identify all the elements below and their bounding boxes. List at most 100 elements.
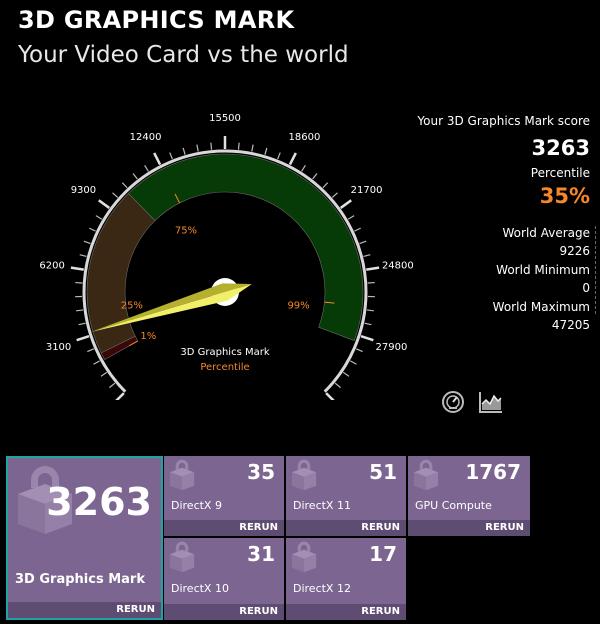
- gauge-tick-label: 3100: [46, 342, 71, 353]
- gauge-tick-minor: [93, 360, 100, 365]
- tile-gpu-compute-value: 1767: [465, 460, 521, 484]
- gauge-tick-minor: [89, 227, 96, 232]
- percentile-marker-label: 75%: [175, 225, 197, 236]
- gauge-tick-minor: [112, 192, 119, 198]
- world-minimum-label: World Minimum: [496, 263, 590, 277]
- percentile-marker-label: 99%: [287, 301, 309, 312]
- gauge-tick-minor: [182, 147, 186, 155]
- gauge-tick-minor: [79, 254, 87, 258]
- gauge-tick-major: [360, 335, 374, 342]
- gauge-tick-minor: [109, 382, 116, 389]
- tile-directx10[interactable]: 31 DirectX 10 RERUN: [164, 538, 284, 620]
- gauge-tick-minor: [210, 142, 213, 150]
- gauge-tick-major: [339, 199, 352, 209]
- tile-directx9[interactable]: 35 DirectX 9 RERUN: [164, 456, 284, 536]
- gauge-tick-minor: [237, 142, 240, 150]
- speedometer-icon[interactable]: [441, 390, 465, 418]
- gauge-tick-label: 21700: [351, 185, 383, 196]
- tile-directx11[interactable]: 51 DirectX 11 RERUN: [286, 456, 406, 536]
- score-label: Your 3D Graphics Mark score: [417, 114, 590, 128]
- gauge-tick-major: [153, 152, 162, 166]
- gauge-tick-minor: [87, 348, 94, 353]
- rerun-button[interactable]: RERUN: [233, 604, 284, 620]
- passmark-logo-icon: [169, 459, 195, 491]
- gauge-tick-minor: [342, 371, 350, 377]
- gauge-tick-major: [98, 199, 111, 209]
- tile-directx10-value: 31: [247, 542, 275, 566]
- gauge-tick-major: [325, 392, 335, 400]
- tile-3d-graphics-mark-value: 3263: [46, 480, 152, 524]
- gauge-tick-minor: [363, 254, 371, 258]
- gauge-tick-major: [70, 266, 84, 271]
- stats-divider: [595, 226, 596, 314]
- percentile-marker-label: 1%: [140, 331, 156, 342]
- gauge-tick-minor: [264, 147, 268, 155]
- gauge-tick-minor: [366, 309, 374, 312]
- gauge-tick-minor: [100, 371, 108, 377]
- gauge-tick-minor: [78, 322, 86, 326]
- percentile-value: 35%: [539, 184, 590, 208]
- gauge-tick-minor: [251, 144, 254, 152]
- tile-directx12-label: DirectX 12: [293, 582, 351, 595]
- gauge-tick-major: [288, 152, 297, 166]
- gauge-tick-major: [366, 266, 380, 271]
- gauge-tick-minor: [322, 182, 329, 189]
- gauge-tick-minor: [95, 215, 103, 220]
- world-average-value: 9226: [559, 244, 590, 258]
- gauge-tick-minor: [277, 152, 281, 160]
- gauge-tick-major: [76, 335, 90, 342]
- tile-directx11-value: 51: [369, 460, 397, 484]
- gauge-tick-minor: [347, 215, 355, 220]
- gauge-tick-minor: [301, 165, 306, 172]
- tile-directx12[interactable]: 17 DirectX 12 RERUN: [286, 538, 406, 620]
- gauge-tick-minor: [354, 227, 361, 232]
- passmark-logo-icon: [291, 541, 317, 573]
- gauge-tick-label: 18600: [289, 132, 321, 143]
- world-minimum-value: 0: [582, 281, 590, 295]
- gauge-tick-label: 15500: [209, 113, 241, 124]
- gauge-tick-label: 27900: [376, 342, 408, 353]
- gauge-tick-minor: [356, 348, 363, 353]
- gauge-tick-minor: [364, 322, 372, 326]
- passmark-logo-icon: [291, 459, 317, 491]
- gauge-tick-label: 24800: [382, 261, 414, 272]
- percentile-label: Percentile: [530, 166, 590, 180]
- world-maximum-value: 47205: [551, 318, 590, 332]
- tile-directx10-label: DirectX 10: [171, 582, 229, 595]
- percentile-marker-label: 25%: [121, 300, 143, 311]
- gauge-tick-minor: [350, 360, 357, 365]
- gauge-center-sublabel: Percentile: [200, 362, 249, 373]
- gauge-tick-minor: [132, 173, 138, 180]
- passmark-logo-icon: [413, 459, 439, 491]
- tile-gpu-compute-label: GPU Compute: [415, 499, 492, 512]
- gauge-tick-minor: [334, 382, 341, 389]
- world-maximum-label: World Maximum: [492, 300, 590, 314]
- score-gauge: 0310062009300124001550018600217002480027…: [39, 113, 414, 400]
- chart-icon[interactable]: [478, 390, 504, 418]
- gauge-tick-minor: [76, 309, 84, 312]
- rerun-button[interactable]: RERUN: [479, 520, 530, 536]
- gauge-band-mid: [86, 193, 156, 354]
- gauge-tick-major: [115, 392, 125, 400]
- gauge-tick-minor: [359, 240, 367, 245]
- gauge-tick-minor: [83, 240, 91, 245]
- rerun-button[interactable]: RERUN: [355, 604, 406, 620]
- rerun-button[interactable]: RERUN: [355, 520, 406, 536]
- passmark-logo-icon: [169, 541, 195, 573]
- gauge-tick-minor: [196, 144, 199, 152]
- gauge-tick-label: 6200: [39, 261, 64, 272]
- gauge-tick-minor: [121, 182, 128, 189]
- score-value: 3263: [531, 136, 590, 160]
- gauge-tick-minor: [312, 173, 318, 180]
- world-average-label: World Average: [502, 226, 590, 240]
- tile-directx9-value: 35: [247, 460, 275, 484]
- tile-gpu-compute[interactable]: 1767 GPU Compute RERUN: [408, 456, 530, 536]
- tile-3d-graphics-mark[interactable]: 3263 3D Graphics Mark RERUN: [6, 456, 163, 620]
- rerun-button[interactable]: RERUN: [233, 520, 284, 536]
- tile-directx9-label: DirectX 9: [171, 499, 222, 512]
- rerun-button[interactable]: RERUN: [110, 602, 161, 618]
- gauge-tick-minor: [169, 152, 173, 160]
- tile-directx12-value: 17: [369, 542, 397, 566]
- gauge-tick-minor: [144, 165, 149, 172]
- gauge-tick-label: 12400: [130, 132, 162, 143]
